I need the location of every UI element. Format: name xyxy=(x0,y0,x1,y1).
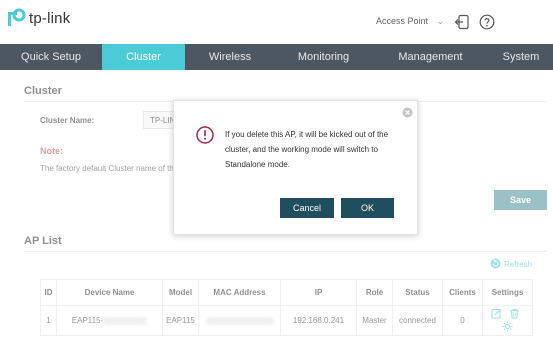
tab-cluster[interactable]: Cluster xyxy=(102,44,185,70)
close-icon[interactable] xyxy=(402,107,413,118)
top-header: tp-link Access Point ⌄ xyxy=(0,0,553,44)
ok-button[interactable]: OK xyxy=(341,198,394,218)
tab-management[interactable]: Management xyxy=(372,44,489,70)
warning-icon xyxy=(196,126,214,144)
tab-wireless[interactable]: Wireless xyxy=(185,44,275,70)
tab-quick-setup[interactable]: Quick Setup xyxy=(0,44,102,70)
help-icon[interactable] xyxy=(479,14,495,30)
tab-system[interactable]: System xyxy=(489,44,553,70)
mode-select[interactable]: Access Point xyxy=(376,16,428,26)
tab-monitoring[interactable]: Monitoring xyxy=(275,44,372,70)
logout-icon[interactable] xyxy=(454,14,470,30)
confirm-dialog: If you delete this AP, it will be kicked… xyxy=(173,100,418,235)
dialog-message: If you delete this AP, it will be kicked… xyxy=(225,130,389,169)
tp-link-logo-icon xyxy=(6,8,26,28)
main-nav: Quick Setup Cluster Wireless Monitoring … xyxy=(0,44,553,70)
brand-logo: tp-link xyxy=(6,8,70,28)
chevron-down-icon[interactable]: ⌄ xyxy=(437,17,444,26)
brand-name: tp-link xyxy=(29,9,71,27)
cancel-button[interactable]: Cancel xyxy=(280,198,334,218)
